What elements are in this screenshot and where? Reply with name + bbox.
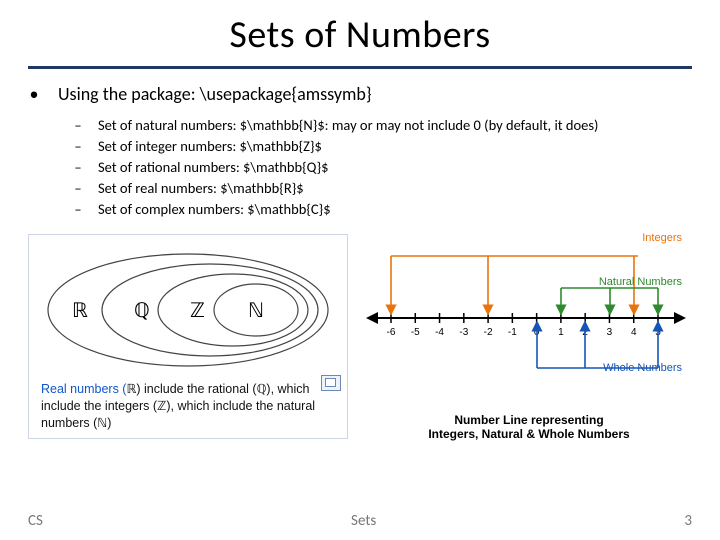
sub-bullet: –Set of complex numbers: $\mathbb{C}$ [72,199,692,220]
venn-svg: ℝ ℚ ℤ ℕ [38,245,338,375]
sub-bullet-text: Set of integer numbers: $\mathbb{Z}$ [98,136,322,157]
venn-cap-n: ℕ [97,416,107,430]
tick-label: 3 [607,327,613,338]
venn-cap-a: Real numbers ( [41,382,126,396]
footer-left: CS [28,512,43,530]
sub-bullet: –Set of real numbers: $\mathbb{R}$ [72,178,692,199]
title-underline [28,66,692,69]
bullet-level1: • Using the package: \usepackage{amssymb… [28,83,692,105]
number-line-caption: Number Line representing Integers, Natur… [366,413,692,441]
dash-marker: – [72,136,84,157]
venn-label-n: ℕ [248,300,264,322]
venn-caption: Real numbers (ℝ) include the rational (ℚ… [35,375,341,432]
dash-marker: – [72,178,84,199]
nl-cap-2: Integers, Natural & Whole Numbers [366,427,692,441]
venn-diagram: ℝ ℚ ℤ ℕ Real numbers (ℝ) include the rat… [28,234,348,439]
footer-center: Sets [351,512,376,530]
tick-label: 4 [631,327,637,338]
label-whole: Whole Numbers [603,362,682,374]
venn-cap-z: ℤ [157,399,166,413]
enlarge-icon[interactable] [321,375,341,391]
sub-bullet-text: Set of natural numbers: $\mathbb{N}$: ma… [98,115,598,136]
venn-cap-b: ) include the rational ( [136,382,256,396]
footer-right: 3 [684,512,692,530]
sub-bullets: –Set of natural numbers: $\mathbb{N}$: m… [72,115,692,220]
dash-marker: – [72,199,84,220]
venn-cap-r: ℝ [126,382,136,396]
venn-cap-q: ℚ [257,382,267,396]
tick-label: 1 [558,327,564,338]
tick-label: -2 [484,327,493,338]
label-natural: Natural Numbers [599,276,682,288]
slide-title: Sets of Numbers [28,12,692,58]
dash-marker: – [72,115,84,136]
tick-label: -5 [411,327,420,338]
slide-footer: CS Sets 3 [0,512,720,530]
venn-label-z: ℤ [190,300,205,322]
nl-cap-1: Number Line representing [366,413,692,427]
tick-label: -6 [387,327,396,338]
tick-label: -3 [459,327,468,338]
number-line-figure: Integers Natural Numbers Whole Numbers [366,234,692,441]
sub-bullet-text: Set of complex numbers: $\mathbb{C}$ [98,199,331,220]
sub-bullet: –Set of integer numbers: $\mathbb{Z}$ [72,136,692,157]
sub-bullet: –Set of natural numbers: $\mathbb{N}$: m… [72,115,692,136]
dash-marker: – [72,157,84,178]
bullet-text: Using the package: \usepackage{amssymb} [58,83,372,105]
sub-bullet: –Set of rational numbers: $\mathbb{Q}$ [72,157,692,178]
bullet-marker: • [28,83,40,105]
slide: Sets of Numbers • Using the package: \us… [0,0,720,540]
venn-label-q: ℚ [134,300,150,322]
tick-label: -1 [508,327,517,338]
venn-cap-e: ) [107,416,111,430]
tick-label: -4 [435,327,444,338]
venn-label-r: ℝ [72,300,88,322]
figure-row: ℝ ℚ ℤ ℕ Real numbers (ℝ) include the rat… [28,234,692,441]
sub-bullet-text: Set of rational numbers: $\mathbb{Q}$ [98,157,329,178]
sub-bullet-text: Set of real numbers: $\mathbb{R}$ [98,178,304,199]
label-integers: Integers [642,232,682,244]
